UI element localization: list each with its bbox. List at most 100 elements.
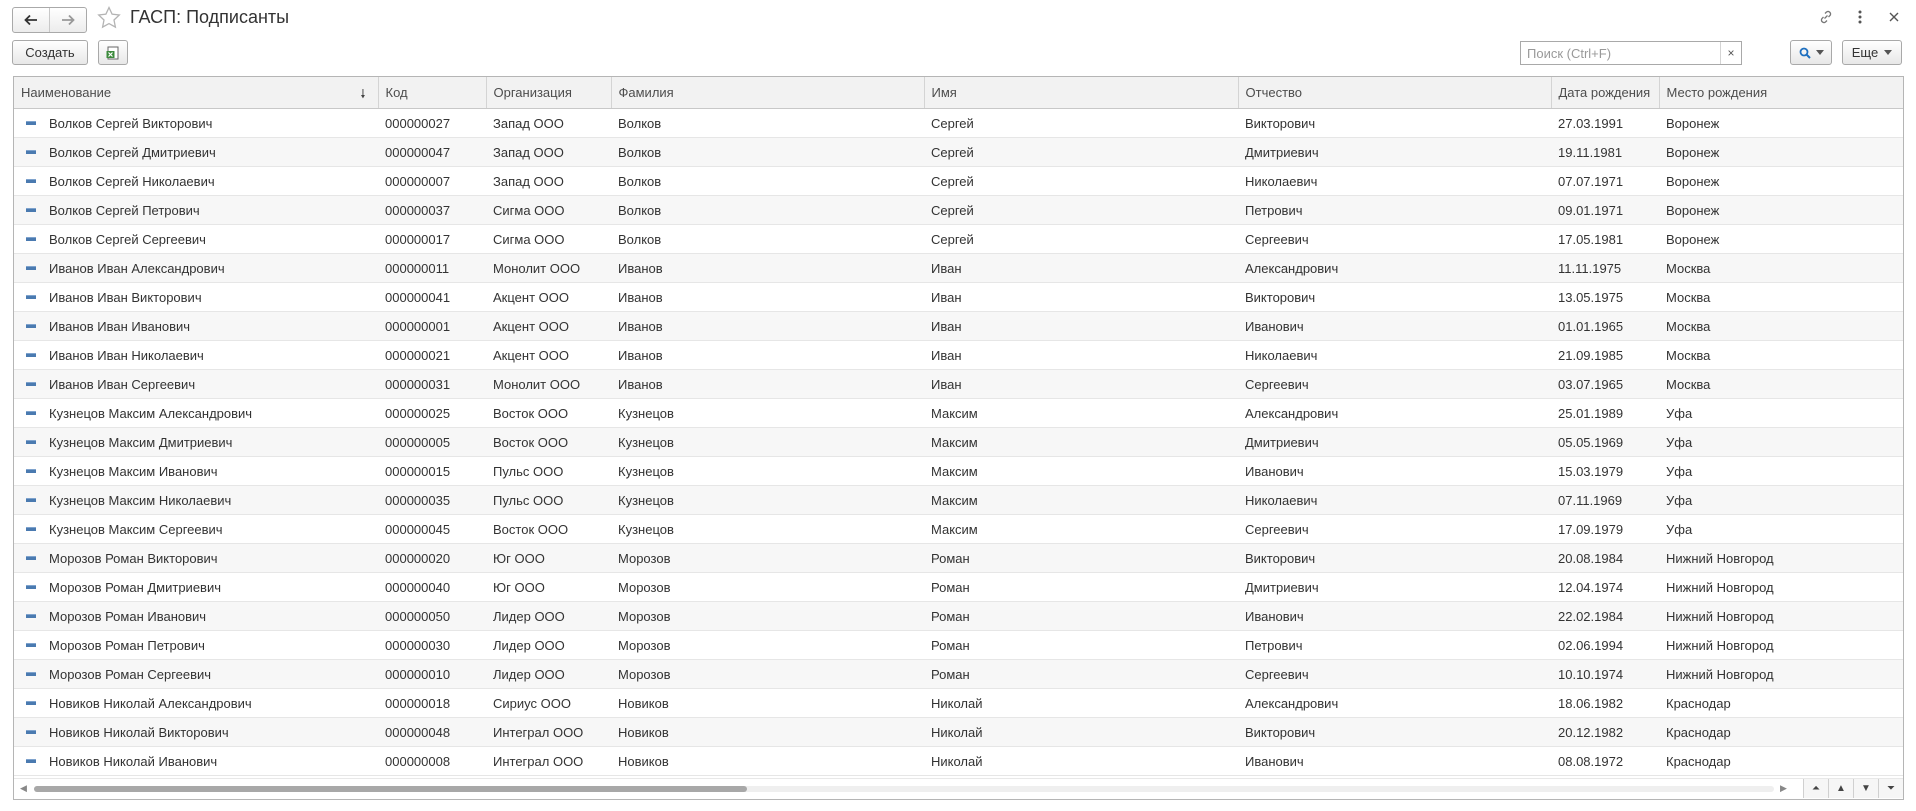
column-header-surname[interactable]: Фамилия	[611, 77, 925, 109]
cell-patronymic: Петрович	[1238, 630, 1551, 660]
cell-first-name: Иван	[924, 253, 1238, 283]
cell-birth-date: 10.10.1974	[1551, 659, 1659, 689]
cell-surname: Волков	[611, 195, 924, 225]
table-row[interactable]: Кузнецов Максим Александрович 000000025 Во…	[14, 398, 1903, 428]
navigation-buttons	[12, 7, 87, 33]
table-row[interactable]: Новиков Николай Викторович 000000048 Интег…	[14, 717, 1903, 747]
link-button[interactable]	[1818, 9, 1834, 25]
table-row[interactable]: Волков Сергей Петрович 000000037 Сигма ООО…	[14, 195, 1903, 225]
table-row[interactable]: Новиков Николай Александрович 000000018 Си…	[14, 688, 1903, 718]
catalog-item-icon	[26, 237, 36, 242]
cell-birth-place: Нижний Новгород	[1659, 543, 1903, 573]
cell-text: Иванов Иван Викторович	[49, 289, 202, 305]
cell-first-name: Сергей	[924, 224, 1238, 254]
more-menu-button[interactable]	[1852, 9, 1868, 25]
page-down-button[interactable]: ▼	[1853, 779, 1878, 798]
forward-button[interactable]	[49, 8, 86, 32]
cell-text: Волков Сергей Дмитриевич	[49, 144, 216, 160]
cell-first-name: Иван	[924, 282, 1238, 312]
cell-birth-place: Москва	[1659, 311, 1903, 341]
scroll-left-icon[interactable]: ◀	[20, 783, 27, 794]
table-row[interactable]: Морозов Роман Викторович 000000020 Юг ООО М…	[14, 543, 1903, 573]
column-header-birth-place[interactable]: Место рождения	[1659, 77, 1903, 109]
catalog-item-icon	[26, 150, 36, 155]
table-row[interactable]: Морозов Роман Сергеевич 000000010 Лидер ОО…	[14, 659, 1903, 689]
column-header-birth-date[interactable]: Дата рождения	[1551, 77, 1660, 109]
table-row[interactable]: Иванов Иван Александрович 000000011 Моноли…	[14, 253, 1903, 283]
cell-text: Иванов Иван Сергеевич	[49, 376, 196, 392]
table-row[interactable]: Иванов Иван Иванович 000000001 Акцент ООО И…	[14, 311, 1903, 341]
favorite-button[interactable]	[96, 5, 122, 31]
cell-name: Иванов Иван Николаевич	[14, 340, 378, 370]
column-header-organization[interactable]: Организация	[486, 77, 612, 109]
cell-birth-date: 17.09.1979	[1551, 514, 1659, 544]
more-actions-button[interactable]: Еще	[1842, 40, 1902, 65]
catalog-item-icon	[26, 121, 36, 126]
table-row[interactable]: Морозов Роман Иванович 000000050 Лидер ООО…	[14, 601, 1903, 631]
save-to-file-button[interactable]	[98, 40, 128, 65]
table-row[interactable]: Волков Сергей Николаевич 000000007 Запад О…	[14, 166, 1903, 196]
cell-patronymic: Александрович	[1238, 253, 1551, 283]
cell-birth-place: Уфа	[1659, 485, 1903, 515]
column-header-patronymic[interactable]: Отчество	[1238, 77, 1552, 109]
cell-text: Кузнецов Максим Александрович	[49, 405, 253, 421]
cell-code: 000000035	[378, 485, 486, 515]
cell-first-name: Николай	[924, 717, 1238, 747]
search-input[interactable]	[1521, 43, 1720, 63]
cell-birth-place: Нижний Новгород	[1659, 572, 1903, 602]
catalog-item-icon	[26, 556, 36, 561]
page-up-button[interactable]: ▲	[1828, 779, 1853, 798]
cell-surname: Волков	[611, 137, 924, 167]
cell-birth-place: Москва	[1659, 369, 1903, 399]
table-row[interactable]: Морозов Роман Дмитриевич 000000040 Юг ООО М…	[14, 572, 1903, 602]
cell-text: Морозов Роман Сергеевич	[49, 666, 212, 682]
cell-organization: Пульс ООО	[486, 456, 611, 486]
signatories-table: Наименование 🠗 Код Организация Фамилия Им…	[13, 76, 1904, 800]
cell-patronymic: Иванович	[1238, 456, 1551, 486]
search-options-button[interactable]	[1790, 40, 1832, 65]
go-to-last-button[interactable]: ⏷	[1878, 779, 1903, 798]
cell-first-name: Иван	[924, 369, 1238, 399]
cell-birth-place: Воронеж	[1659, 108, 1903, 138]
column-header-first-name[interactable]: Имя	[924, 77, 1239, 109]
back-button[interactable]	[13, 8, 49, 32]
cell-code: 000000008	[378, 746, 486, 776]
column-header-code[interactable]: Код	[378, 77, 487, 109]
table-row[interactable]: Кузнецов Максим Дмитриевич 000000005 Восто…	[14, 427, 1903, 457]
table-row[interactable]: Кузнецов Максим Николаевич 000000035 Пульс…	[14, 485, 1903, 515]
cell-organization: Запад ООО	[486, 166, 611, 196]
table-row[interactable]: Морозов Роман Петрович 000000030 Лидер ООО…	[14, 630, 1903, 660]
cell-patronymic: Николаевич	[1238, 166, 1551, 196]
table-row[interactable]: Волков Сергей Сергеевич 000000017 Сигма ОО…	[14, 224, 1903, 254]
table-row[interactable]: Кузнецов Максим Сергеевич 000000045 Восток…	[14, 514, 1903, 544]
cell-birth-place: Москва	[1659, 340, 1903, 370]
catalog-item-icon	[26, 759, 36, 764]
cell-text: Иванов Иван Николаевич	[49, 347, 204, 363]
table-row[interactable]: Иванов Иван Николаевич 000000021 Акцент ОО…	[14, 340, 1903, 370]
catalog-item-icon	[26, 585, 36, 590]
table-row[interactable]: Новиков Николай Иванович 000000008 Интегра…	[14, 746, 1903, 776]
catalog-item-icon	[26, 411, 36, 416]
table-row[interactable]: Иванов Иван Сергеевич 000000031 Монолит ОО…	[14, 369, 1903, 399]
create-button[interactable]: Создать	[12, 40, 88, 65]
go-to-first-button[interactable]: ⏶	[1803, 779, 1828, 798]
table-row[interactable]: Кузнецов Максим Иванович 000000015 Пульс О…	[14, 456, 1903, 486]
column-header-name[interactable]: Наименование 🠗	[14, 77, 379, 109]
table-row[interactable]: Волков Сергей Дмитриевич 000000047 Запад О…	[14, 137, 1903, 167]
horizontal-scrollbar[interactable]: ◀ ▶ ⏶ ▲ ▼ ⏷	[14, 778, 1903, 799]
table-row[interactable]: Волков Сергей Викторович 000000027 Запад О…	[14, 108, 1903, 138]
cell-birth-date: 20.12.1982	[1551, 717, 1659, 747]
scroll-right-icon[interactable]: ▶	[1780, 783, 1787, 794]
cell-patronymic: Викторович	[1238, 282, 1551, 312]
scrollbar-thumb[interactable]	[34, 786, 748, 792]
clear-search-button[interactable]: ×	[1720, 42, 1741, 64]
scrollbar-track[interactable]	[34, 786, 1774, 792]
cell-code: 000000001	[378, 311, 486, 341]
cell-code: 000000007	[378, 166, 486, 196]
close-button[interactable]	[1886, 9, 1902, 25]
table-row[interactable]: Иванов Иван Викторович 000000041 Акцент ОО…	[14, 282, 1903, 312]
cell-surname: Морозов	[611, 543, 924, 573]
cell-code: 000000041	[378, 282, 486, 312]
cell-birth-date: 17.05.1981	[1551, 224, 1659, 254]
cell-organization: Запад ООО	[486, 108, 611, 138]
